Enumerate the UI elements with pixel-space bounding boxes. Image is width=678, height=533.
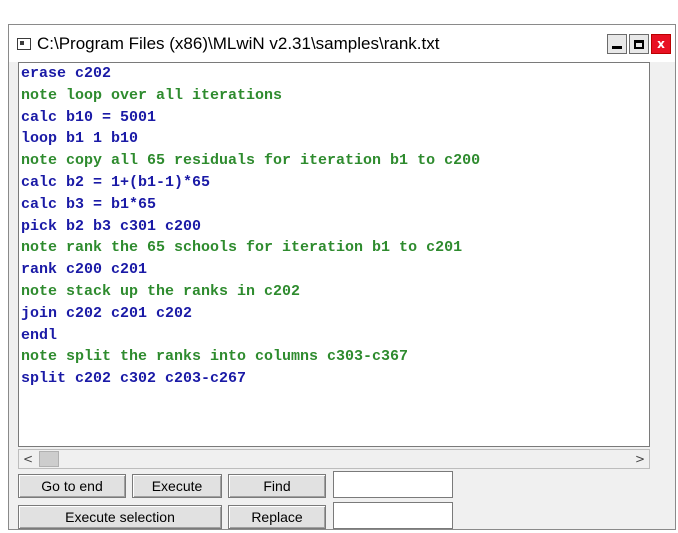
command-line[interactable]: erase c202	[19, 63, 649, 85]
execute-button[interactable]: Execute	[132, 474, 222, 498]
scroll-left-icon[interactable]: <	[19, 450, 37, 468]
find-button[interactable]: Find	[228, 474, 326, 498]
comment-line[interactable]: note rank the 65 schools for iteration b…	[19, 237, 649, 259]
script-window: C:\Program Files (x86)\MLwiN v2.31\sampl…	[8, 24, 676, 530]
close-button[interactable]: x	[651, 34, 671, 54]
find-input[interactable]	[333, 471, 453, 498]
close-icon: x	[657, 37, 665, 51]
command-line[interactable]: calc b3 = b1*65	[19, 194, 649, 216]
minimize-button[interactable]	[607, 34, 627, 54]
execute-selection-button[interactable]: Execute selection	[18, 505, 222, 529]
command-line[interactable]: rank c200 c201	[19, 259, 649, 281]
scroll-thumb[interactable]	[39, 451, 59, 467]
command-line[interactable]: endl	[19, 325, 649, 347]
maximize-button[interactable]	[629, 34, 649, 54]
command-line[interactable]: calc b10 = 5001	[19, 107, 649, 129]
command-line[interactable]: loop b1 1 b10	[19, 128, 649, 150]
horizontal-scrollbar[interactable]: < >	[18, 449, 650, 469]
replace-input[interactable]	[333, 502, 453, 529]
go-to-end-button[interactable]: Go to end	[18, 474, 126, 498]
command-line[interactable]: join c202 c201 c202	[19, 303, 649, 325]
command-line[interactable]: pick b2 b3 c301 c200	[19, 216, 649, 238]
window-title: C:\Program Files (x86)\MLwiN v2.31\sampl…	[37, 33, 440, 53]
comment-line[interactable]: note stack up the ranks in c202	[19, 281, 649, 303]
replace-button[interactable]: Replace	[228, 505, 326, 529]
title-bar[interactable]: C:\Program Files (x86)\MLwiN v2.31\sampl…	[9, 25, 675, 62]
comment-line[interactable]: note loop over all iterations	[19, 85, 649, 107]
scroll-right-icon[interactable]: >	[631, 450, 649, 468]
window-controls: x	[607, 34, 671, 54]
maximize-icon	[634, 39, 644, 49]
comment-line[interactable]: note copy all 65 residuals for iteration…	[19, 150, 649, 172]
command-line[interactable]: split c202 c302 c203-c267	[19, 368, 649, 390]
window-icon[interactable]	[17, 37, 31, 50]
comment-line[interactable]: note split the ranks into columns c303-c…	[19, 346, 649, 368]
command-line[interactable]: calc b2 = 1+(b1-1)*65	[19, 172, 649, 194]
script-editor[interactable]: erase c202 note loop over all iterations c…	[18, 62, 650, 447]
minimize-icon	[612, 45, 622, 49]
